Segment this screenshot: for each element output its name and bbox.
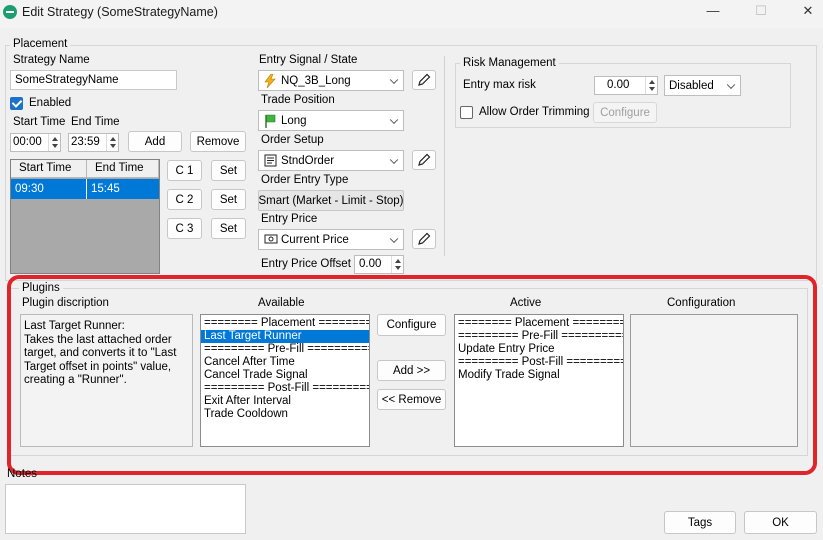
pencil-icon	[418, 232, 431, 245]
risk-mode-value: Disabled	[669, 79, 714, 92]
strategy-name-label: Strategy Name	[13, 54, 90, 66]
chevron-down-icon	[726, 80, 736, 89]
close-button[interactable]: ✕	[788, 0, 823, 22]
pencil-icon	[418, 153, 431, 166]
add-time-button[interactable]: Add	[128, 131, 182, 152]
entry-price-label: Entry Price	[261, 213, 318, 225]
enabled-label: Enabled	[29, 97, 72, 109]
chevron-down-icon	[389, 75, 399, 84]
entry-max-risk-arrows[interactable]	[645, 77, 657, 94]
order-setup-value: StndOrder	[281, 154, 335, 167]
trade-position-label: Trade Position	[261, 94, 335, 106]
lightning-bolt-icon	[264, 74, 276, 88]
edit-entry-signal-button[interactable]	[412, 70, 436, 90]
maximize-button[interactable]: ☐	[741, 0, 781, 22]
entry-price-offset-value: 0.00	[359, 258, 382, 270]
tags-button[interactable]: Tags	[664, 511, 736, 534]
entry-price-offset-spinner[interactable]: 0.00	[354, 255, 404, 274]
start-time-arrows[interactable]	[48, 134, 60, 151]
c3-button[interactable]: C 3	[167, 218, 202, 239]
entry-max-risk-label: Entry max risk	[463, 79, 536, 91]
c2-button[interactable]: C 2	[167, 189, 202, 210]
entry-max-risk-value: 0.00	[607, 79, 630, 91]
start-time-label: Start Time	[13, 116, 66, 128]
notes-label: Notes	[7, 468, 38, 480]
column-divider	[444, 56, 445, 256]
entry-signal-value: NQ_3B_Long	[281, 74, 351, 87]
chevron-down-icon	[389, 115, 399, 124]
strategy-name-input[interactable]: SomeStrategyName	[10, 70, 177, 90]
end-time-label: End Time	[71, 116, 120, 128]
set-c2-button[interactable]: Set	[211, 189, 246, 210]
entry-price-select[interactable]: Current Price	[258, 229, 404, 250]
highlight-annotation	[7, 275, 817, 475]
allow-order-trimming-checkbox[interactable]	[460, 106, 473, 119]
edit-entry-price-button[interactable]	[412, 229, 436, 249]
entry-signal-select[interactable]: NQ_3B_Long	[258, 70, 404, 91]
chevron-down-icon	[389, 234, 399, 243]
minimize-button[interactable]: —	[693, 0, 733, 22]
grid-header-start[interactable]: Start Time	[11, 160, 87, 178]
risk-management-label: Risk Management	[460, 57, 559, 69]
remove-time-button[interactable]: Remove	[190, 131, 246, 152]
set-c3-button[interactable]: Set	[211, 218, 246, 239]
ok-button[interactable]: OK	[744, 511, 817, 534]
entry-signal-label: Entry Signal / State	[259, 54, 358, 66]
end-time-spinner[interactable]: 23:59	[68, 133, 119, 152]
pencil-icon	[418, 73, 431, 86]
start-time-spinner[interactable]: 00:00	[10, 133, 61, 152]
risk-mode-select[interactable]: Disabled	[664, 75, 741, 96]
grid-header-end[interactable]: End Time	[87, 160, 159, 178]
order-ticket-icon	[264, 154, 277, 167]
end-time-value: 23:59	[71, 136, 100, 148]
app-icon	[3, 5, 17, 19]
allow-order-trimming-label: Allow Order Trimming	[479, 106, 590, 118]
notes-textarea[interactable]	[5, 484, 246, 534]
placement-group-label: Placement	[10, 38, 71, 50]
set-c1-button[interactable]: Set	[211, 160, 246, 181]
start-time-value: 00:00	[13, 136, 42, 148]
entry-max-risk-spinner[interactable]: 0.00	[594, 76, 658, 95]
grid-cell-end[interactable]: 15:45	[87, 179, 159, 199]
grid-cell-start[interactable]: 09:30	[11, 179, 87, 199]
entry-price-value: Current Price	[281, 233, 349, 246]
order-entry-type-button[interactable]: Smart (Market - Limit - Stop)	[258, 190, 404, 211]
time-window-grid[interactable]: Start Time End Time 09:30 15:45	[10, 159, 160, 274]
order-setup-label: Order Setup	[261, 134, 324, 146]
trade-position-value: Long	[281, 114, 307, 127]
price-tag-icon	[264, 234, 278, 244]
enabled-checkbox[interactable]	[10, 97, 23, 110]
entry-price-offset-arrows[interactable]	[391, 256, 403, 273]
chevron-down-icon	[389, 155, 399, 164]
order-entry-type-label: Order Entry Type	[261, 174, 349, 186]
order-setup-select[interactable]: StndOrder	[258, 150, 404, 171]
entry-price-offset-label: Entry Price Offset	[261, 258, 351, 270]
green-flag-icon	[265, 114, 276, 128]
trade-position-select[interactable]: Long	[258, 110, 404, 131]
end-time-arrows[interactable]	[106, 134, 118, 151]
window-title: Edit Strategy (SomeStrategyName)	[22, 5, 218, 19]
edit-order-setup-button[interactable]	[412, 150, 436, 170]
c1-button[interactable]: C 1	[167, 160, 202, 181]
risk-configure-button[interactable]: Configure	[593, 102, 657, 123]
